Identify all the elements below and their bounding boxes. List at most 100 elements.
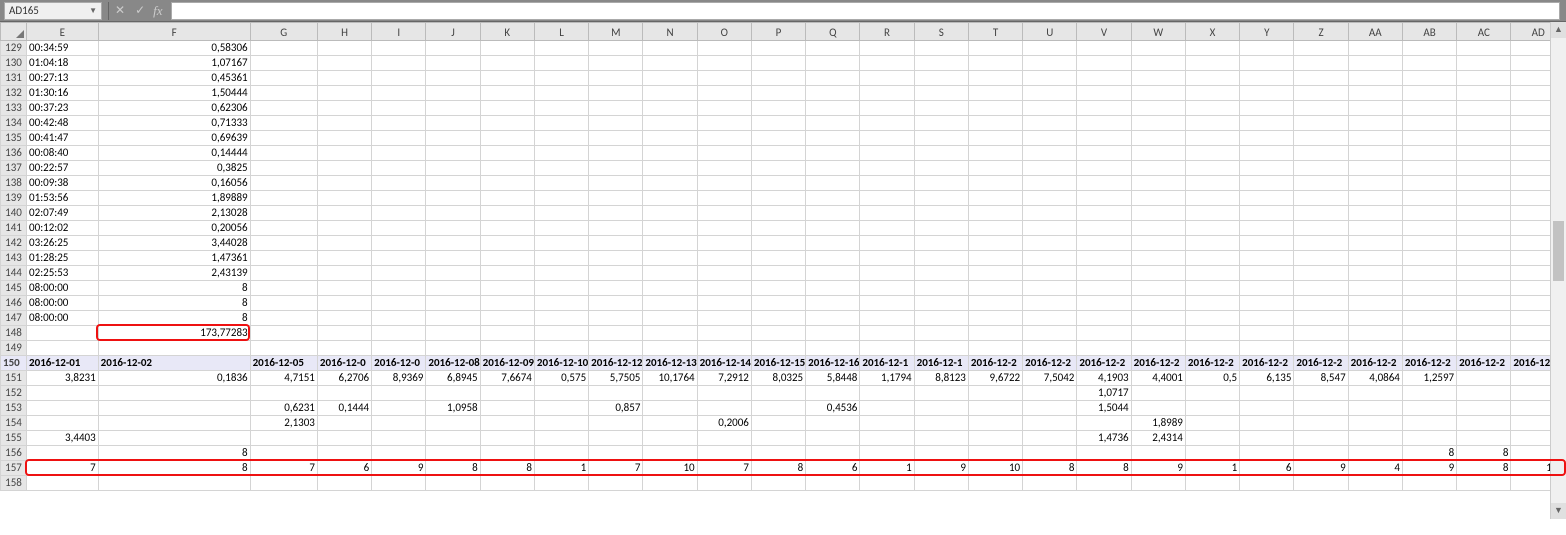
- cell-R135[interactable]: [860, 131, 914, 146]
- column-header-w[interactable]: W: [1131, 23, 1185, 41]
- cell-E143[interactable]: 01:28:25: [27, 251, 99, 266]
- column-header-ab[interactable]: AB: [1402, 23, 1456, 41]
- cell-X130[interactable]: [1185, 56, 1239, 71]
- cell-U130[interactable]: [1023, 56, 1077, 71]
- cell-F157[interactable]: 8: [98, 461, 250, 476]
- cell-V145[interactable]: [1077, 281, 1131, 296]
- cell-I149[interactable]: [372, 341, 426, 356]
- cell-V130[interactable]: [1077, 56, 1131, 71]
- cell-T148[interactable]: [968, 326, 1022, 341]
- cell-Y146[interactable]: [1240, 296, 1294, 311]
- cell-AB134[interactable]: [1402, 116, 1456, 131]
- cell-AB152[interactable]: [1402, 386, 1456, 401]
- cell-AB149[interactable]: [1402, 341, 1456, 356]
- cell-K138[interactable]: [480, 176, 534, 191]
- cell-N132[interactable]: [643, 86, 697, 101]
- cell-W137[interactable]: [1131, 161, 1185, 176]
- cell-O142[interactable]: [697, 236, 751, 251]
- cell-Y148[interactable]: [1240, 326, 1294, 341]
- cell-K142[interactable]: [480, 236, 534, 251]
- cell-Q158[interactable]: [806, 476, 860, 491]
- cell-AC141[interactable]: [1457, 221, 1511, 236]
- cell-AA131[interactable]: [1348, 71, 1402, 86]
- cell-F153[interactable]: [98, 401, 250, 416]
- cell-R139[interactable]: [860, 191, 914, 206]
- cell-P155[interactable]: [751, 431, 805, 446]
- cell-L141[interactable]: [534, 221, 588, 236]
- cell-V138[interactable]: [1077, 176, 1131, 191]
- cell-S134[interactable]: [914, 116, 968, 131]
- cell-I147[interactable]: [372, 311, 426, 326]
- cell-L142[interactable]: [534, 236, 588, 251]
- cell-F158[interactable]: [98, 476, 250, 491]
- cell-P148[interactable]: [751, 326, 805, 341]
- cell-N157[interactable]: 10: [643, 461, 697, 476]
- cell-K131[interactable]: [480, 71, 534, 86]
- cell-H138[interactable]: [317, 176, 371, 191]
- cell-J135[interactable]: [426, 131, 480, 146]
- cell-K158[interactable]: [480, 476, 534, 491]
- cell-L139[interactable]: [534, 191, 588, 206]
- cell-I142[interactable]: [372, 236, 426, 251]
- cell-L154[interactable]: [534, 416, 588, 431]
- cell-AA152[interactable]: [1348, 386, 1402, 401]
- cell-I156[interactable]: [372, 446, 426, 461]
- cell-J152[interactable]: [426, 386, 480, 401]
- spreadsheet-grid[interactable]: EFGHIJKLMNOPQRSTUVWXYZAAABACAD 12900:34:…: [0, 22, 1566, 535]
- cell-E148[interactable]: [27, 326, 99, 341]
- cell-N152[interactable]: [643, 386, 697, 401]
- cell-AA141[interactable]: [1348, 221, 1402, 236]
- cell-AA148[interactable]: [1348, 326, 1402, 341]
- cell-T146[interactable]: [968, 296, 1022, 311]
- cell-W131[interactable]: [1131, 71, 1185, 86]
- cell-Q157[interactable]: 6: [806, 461, 860, 476]
- cell-Q141[interactable]: [806, 221, 860, 236]
- cell-W146[interactable]: [1131, 296, 1185, 311]
- cell-J139[interactable]: [426, 191, 480, 206]
- cell-W148[interactable]: [1131, 326, 1185, 341]
- cell-AC148[interactable]: [1457, 326, 1511, 341]
- cell-X143[interactable]: [1185, 251, 1239, 266]
- cell-J144[interactable]: [426, 266, 480, 281]
- cell-S142[interactable]: [914, 236, 968, 251]
- cell-M157[interactable]: 7: [589, 461, 643, 476]
- cell-K144[interactable]: [480, 266, 534, 281]
- cell-U156[interactable]: [1023, 446, 1077, 461]
- column-header-f[interactable]: F: [98, 23, 250, 41]
- cell-U131[interactable]: [1023, 71, 1077, 86]
- cell-S130[interactable]: [914, 56, 968, 71]
- cell-O136[interactable]: [697, 146, 751, 161]
- cell-Q154[interactable]: [806, 416, 860, 431]
- name-box[interactable]: AD165 ▼: [4, 2, 102, 20]
- cell-S139[interactable]: [914, 191, 968, 206]
- cell-AA157[interactable]: 4: [1348, 461, 1402, 476]
- column-header-ac[interactable]: AC: [1457, 23, 1511, 41]
- cell-H140[interactable]: [317, 206, 371, 221]
- cell-M155[interactable]: [589, 431, 643, 446]
- cell-AB153[interactable]: [1402, 401, 1456, 416]
- cell-L145[interactable]: [534, 281, 588, 296]
- cell-Z136[interactable]: [1294, 146, 1348, 161]
- cell-N148[interactable]: [643, 326, 697, 341]
- cell-I129[interactable]: [372, 41, 426, 56]
- row-header-134[interactable]: 134: [1, 116, 27, 131]
- cell-N133[interactable]: [643, 101, 697, 116]
- cell-AB130[interactable]: [1402, 56, 1456, 71]
- cell-U143[interactable]: [1023, 251, 1077, 266]
- cell-J141[interactable]: [426, 221, 480, 236]
- cell-F156[interactable]: 8: [98, 446, 250, 461]
- cell-Y158[interactable]: [1240, 476, 1294, 491]
- cell-AC139[interactable]: [1457, 191, 1511, 206]
- cell-F134[interactable]: 0,71333: [98, 116, 250, 131]
- cell-AC158[interactable]: [1457, 476, 1511, 491]
- cell-R129[interactable]: [860, 41, 914, 56]
- cell-AB151[interactable]: 1,2597: [1402, 371, 1456, 386]
- select-all-corner[interactable]: [1, 23, 27, 41]
- cell-L137[interactable]: [534, 161, 588, 176]
- cell-Z153[interactable]: [1294, 401, 1348, 416]
- cell-T153[interactable]: [968, 401, 1022, 416]
- cell-AB135[interactable]: [1402, 131, 1456, 146]
- cell-L144[interactable]: [534, 266, 588, 281]
- row-header-138[interactable]: 138: [1, 176, 27, 191]
- column-header-j[interactable]: J: [426, 23, 480, 41]
